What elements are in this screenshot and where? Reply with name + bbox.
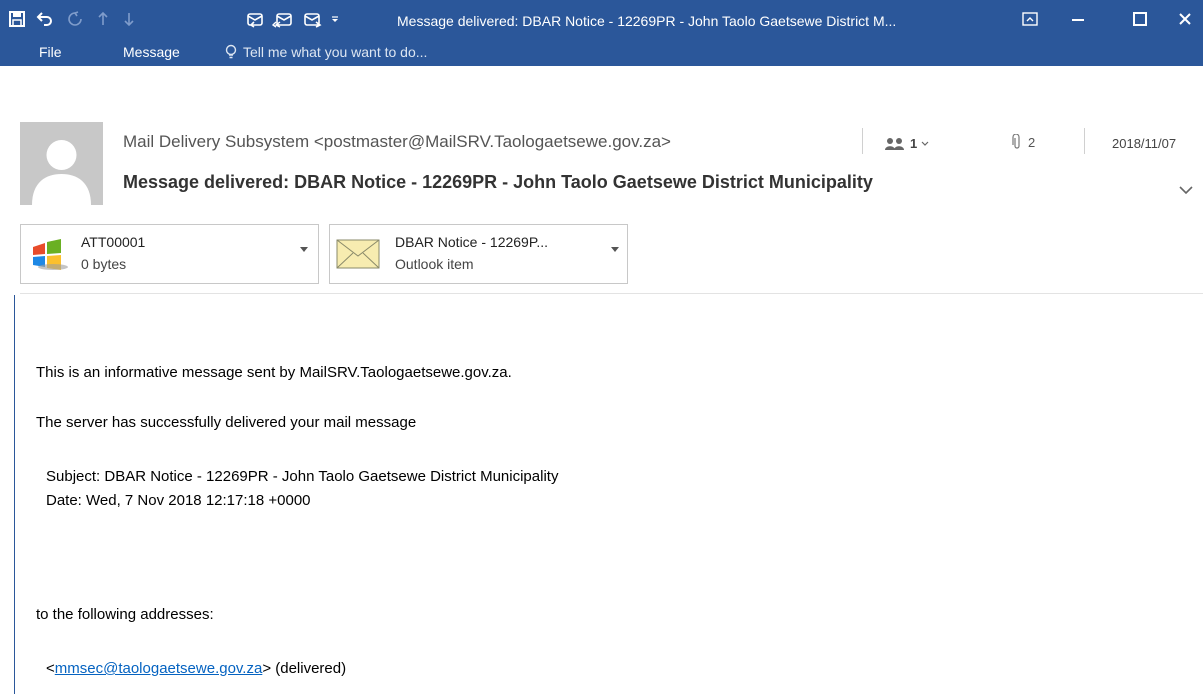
paperclip-icon (1012, 134, 1020, 149)
avatar (20, 122, 103, 205)
recipients-button[interactable]: 1 (884, 136, 929, 151)
recipient-count: 1 (910, 136, 918, 151)
chevron-down-icon[interactable] (300, 247, 308, 253)
person-icon (32, 140, 91, 205)
message-subject: Message delivered: DBAR Notice - 12269PR… (123, 172, 873, 192)
forward-icon[interactable] (302, 8, 324, 30)
body-date-line: Date: Wed, 7 Nov 2018 12:17:18 +0000 (46, 492, 311, 509)
delivered-address-line: <mmsec@taologaetsewe.gov.za> (delivered) (46, 660, 346, 677)
attachment-count-value: 2 (1028, 134, 1036, 150)
down-arrow-icon[interactable] (118, 8, 140, 30)
customize-qat-icon[interactable] (328, 8, 342, 30)
reply-icon[interactable] (244, 8, 266, 30)
chevron-down-icon (921, 141, 929, 146)
redo-icon[interactable] (64, 8, 86, 30)
attachment-dbar-notice[interactable]: DBAR Notice - 12269P... Outlook item (329, 224, 628, 284)
ribbon-display-options-icon[interactable] (1017, 6, 1043, 32)
undo-icon[interactable] (34, 8, 56, 30)
attachment-att00001[interactable]: ATT00001 0 bytes (20, 224, 319, 284)
up-arrow-icon[interactable] (92, 8, 114, 30)
addr-close: > (delivered) (262, 660, 347, 677)
people-icon (885, 137, 904, 150)
received-date: 2018/11/07 (1112, 136, 1177, 151)
body-subject-line: Subject: DBAR Notice - 12269PR - John Ta… (46, 468, 559, 485)
tab-file[interactable]: File (39, 44, 62, 60)
tell-me-label: Tell me what you want to do... (243, 44, 428, 60)
save-icon[interactable] (6, 8, 28, 30)
chevron-down-icon[interactable] (611, 247, 619, 253)
header-separator (20, 293, 1203, 294)
expand-header-icon[interactable] (1178, 184, 1194, 196)
body-line: The server has successfully delivered yo… (36, 414, 417, 431)
minimize-icon[interactable] (1065, 6, 1091, 32)
close-icon[interactable] (1172, 6, 1198, 32)
attachment-meta: Outlook item (395, 256, 474, 272)
body-line: This is an informative message sent by M… (36, 364, 512, 381)
header-divider (862, 128, 863, 154)
attachment-name: DBAR Notice - 12269P... (395, 234, 549, 250)
windows-file-icon (33, 239, 68, 270)
attachment-meta: 0 bytes (81, 256, 127, 272)
tab-message[interactable]: Message (123, 44, 180, 60)
lightbulb-icon (225, 44, 237, 59)
reading-pane-edge (14, 295, 15, 694)
attachment-name: ATT00001 (81, 234, 146, 250)
sender[interactable]: Mail Delivery Subsystem <postmaster@Mail… (123, 132, 671, 152)
maximize-icon[interactable] (1127, 6, 1153, 32)
envelope-icon (336, 239, 380, 269)
email-address-link[interactable]: mmsec@taologaetsewe.gov.za (55, 660, 263, 677)
window-title: Message delivered: DBAR Notice - 12269PR… (397, 13, 897, 29)
body-line: to the following addresses: (36, 606, 214, 623)
reply-all-icon[interactable] (272, 8, 294, 30)
header-divider (1084, 128, 1085, 154)
attachment-count[interactable]: 2 (1012, 134, 1035, 150)
addr-open: < (46, 660, 55, 677)
title-bar: Message delivered: DBAR Notice - 12269PR… (0, 0, 1203, 66)
tell-me-search[interactable]: Tell me what you want to do... (225, 44, 427, 60)
